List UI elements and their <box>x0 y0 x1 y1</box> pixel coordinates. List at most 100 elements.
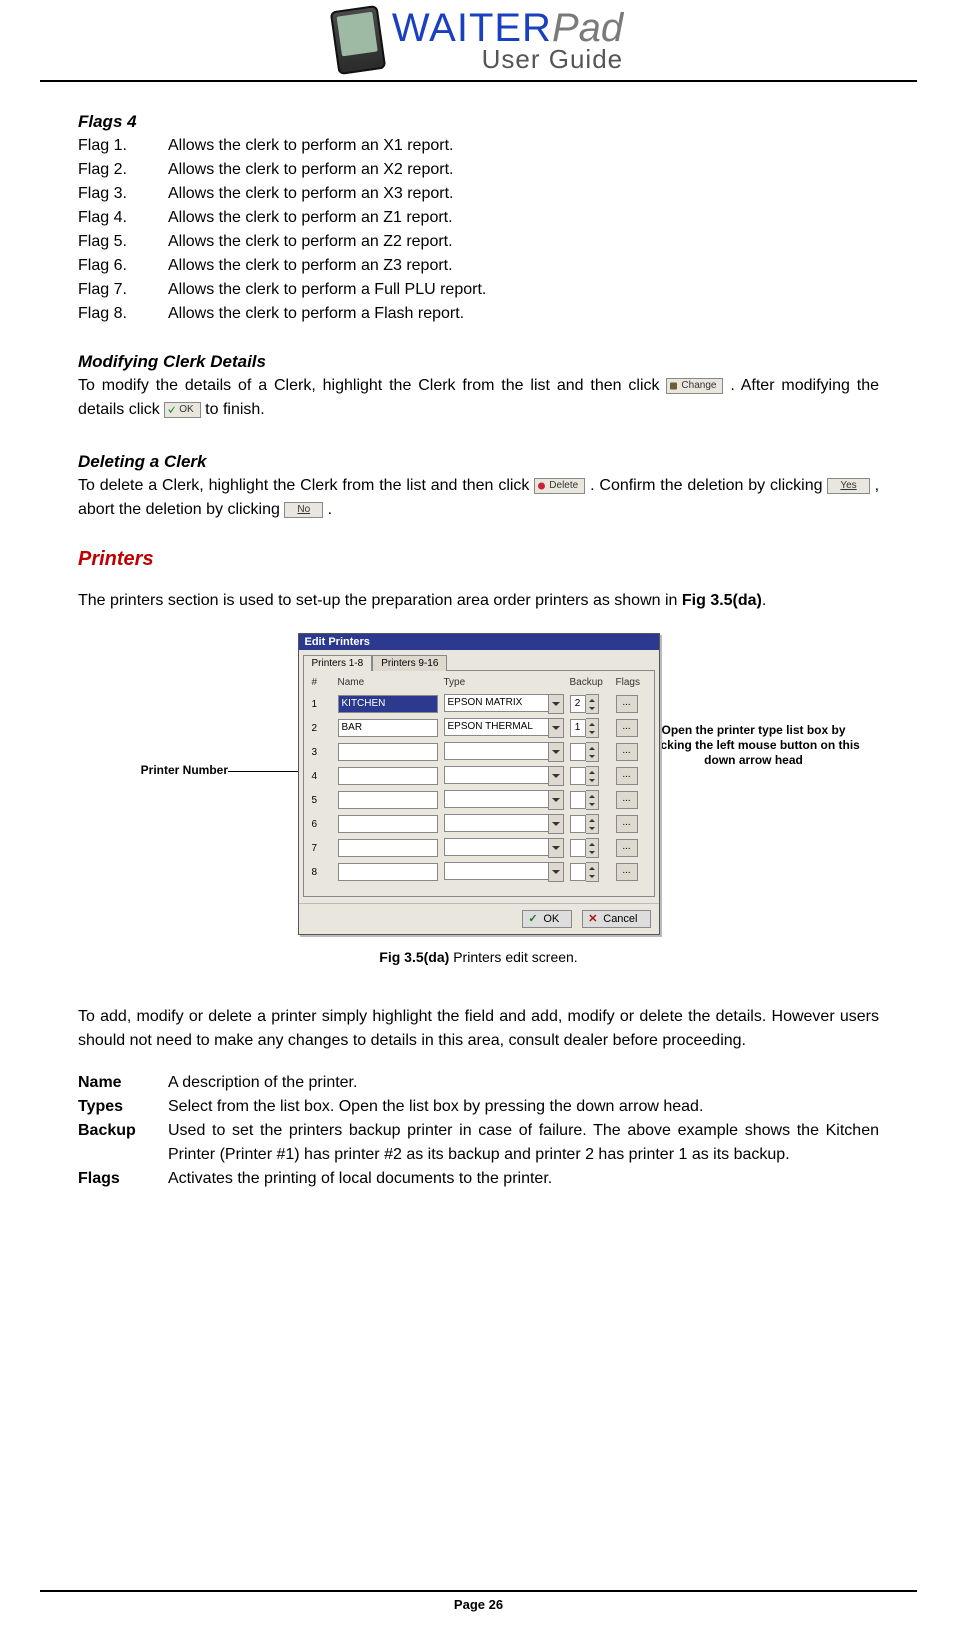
backup-stepper[interactable] <box>570 742 610 762</box>
row-number: 1 <box>312 699 332 710</box>
yes-button[interactable]: Yes <box>827 478 869 494</box>
flags-button[interactable]: ... <box>616 695 638 713</box>
flags-button[interactable]: ... <box>616 791 638 809</box>
flags-button[interactable]: ... <box>616 815 638 833</box>
stepper-arrows-icon[interactable] <box>586 814 599 834</box>
printer-name-input[interactable]: BAR <box>338 719 438 737</box>
modify-para: To modify the details of a Clerk, highli… <box>78 374 879 422</box>
printer-type-select[interactable] <box>444 742 564 762</box>
stepper-arrows-icon[interactable] <box>586 718 599 738</box>
dialog-ok-button[interactable]: OK <box>522 910 572 928</box>
ok-button[interactable]: OK <box>164 402 200 418</box>
chevron-down-icon[interactable] <box>548 814 564 834</box>
backup-stepper[interactable]: 2 <box>570 694 610 714</box>
flag-row: Flag 8.Allows the clerk to perform a Fla… <box>78 302 879 326</box>
col-flags: Flags <box>616 677 646 688</box>
flags-button[interactable]: ... <box>616 767 638 785</box>
backup-stepper[interactable] <box>570 814 610 834</box>
backup-stepper[interactable] <box>570 790 610 810</box>
backup-value <box>570 791 586 809</box>
printer-type-select[interactable] <box>444 838 564 858</box>
after-figure-para: To add, modify or delete a printer simpl… <box>78 1005 879 1053</box>
flag-row: Flag 1.Allows the clerk to perform an X1… <box>78 134 879 158</box>
flags-button[interactable]: ... <box>616 839 638 857</box>
printer-name-input[interactable]: KITCHEN <box>338 695 438 713</box>
def-row: FlagsActivates the printing of local doc… <box>78 1167 879 1191</box>
stepper-arrows-icon[interactable] <box>586 790 599 810</box>
tab-printers-1-8[interactable]: Printers 1-8 <box>303 655 373 671</box>
backup-stepper[interactable] <box>570 862 610 882</box>
row-number: 2 <box>312 723 332 734</box>
stepper-arrows-icon[interactable] <box>586 838 599 858</box>
def-desc: Select from the list box. Open the list … <box>168 1095 879 1119</box>
no-button[interactable]: No <box>284 502 323 518</box>
flag-row: Flag 6.Allows the clerk to perform an Z3… <box>78 254 879 278</box>
printer-type-select[interactable] <box>444 814 564 834</box>
row-number: 7 <box>312 843 332 854</box>
text: . <box>762 592 766 609</box>
printer-name-input[interactable] <box>338 839 438 857</box>
stepper-arrows-icon[interactable] <box>586 742 599 762</box>
flags-button[interactable]: ... <box>616 863 638 881</box>
printer-name-input[interactable] <box>338 767 438 785</box>
chevron-down-icon[interactable] <box>548 838 564 858</box>
row-number: 6 <box>312 819 332 830</box>
figure-caption: Fig 3.5(da) Printers edit screen. <box>78 949 879 965</box>
stepper-arrows-icon[interactable] <box>586 862 599 882</box>
col-name: Name <box>338 677 438 688</box>
chevron-down-icon[interactable] <box>548 862 564 882</box>
content: Flags 4 Flag 1.Allows the clerk to perfo… <box>40 112 917 1191</box>
chevron-down-icon[interactable] <box>548 742 564 762</box>
chevron-down-icon[interactable] <box>548 790 564 810</box>
fig-caption-ref: Fig 3.5(da) <box>379 949 449 965</box>
printer-name-input[interactable] <box>338 863 438 881</box>
fig-caption-text: Printers edit screen. <box>449 949 577 965</box>
flag-row: Flag 3.Allows the clerk to perform an X3… <box>78 182 879 206</box>
flag-desc: Allows the clerk to perform an Z1 report… <box>168 206 453 230</box>
flag-row: Flag 2.Allows the clerk to perform an X2… <box>78 158 879 182</box>
flag-desc: Allows the clerk to perform an X2 report… <box>168 158 453 182</box>
flags-button[interactable]: ... <box>616 743 638 761</box>
printer-name-input[interactable] <box>338 743 438 761</box>
text: to finish. <box>205 401 265 418</box>
def-term: Flags <box>78 1167 168 1191</box>
delete-button[interactable]: Delete <box>534 478 585 494</box>
printer-row: 6... <box>312 814 646 834</box>
printer-type-select[interactable]: EPSON THERMAL <box>444 718 564 738</box>
printer-name-input[interactable] <box>338 815 438 833</box>
backup-stepper[interactable] <box>570 838 610 858</box>
backup-value: 2 <box>570 695 586 713</box>
printer-name-input[interactable] <box>338 791 438 809</box>
chevron-down-icon[interactable] <box>548 718 564 738</box>
backup-value <box>570 743 586 761</box>
backup-value <box>570 839 586 857</box>
backup-value <box>570 863 586 881</box>
dialog-cancel-button[interactable]: Cancel <box>582 910 650 928</box>
tab-printers-9-16[interactable]: Printers 9-16 <box>372 655 447 671</box>
printer-type-select[interactable] <box>444 862 564 882</box>
printer-type-select[interactable]: EPSON MATRIX <box>444 694 564 714</box>
flag-desc: Allows the clerk to perform an X1 report… <box>168 134 453 158</box>
chevron-down-icon[interactable] <box>548 766 564 786</box>
backup-stepper[interactable]: 1 <box>570 718 610 738</box>
flag-desc: Allows the clerk to perform a Full PLU r… <box>168 278 486 302</box>
printer-type-value <box>444 766 548 784</box>
printer-type-select[interactable] <box>444 790 564 810</box>
def-row: BackupUsed to set the printers backup pr… <box>78 1119 879 1167</box>
col-backup: Backup <box>570 677 610 688</box>
chevron-down-icon[interactable] <box>548 694 564 714</box>
printer-row: 7... <box>312 838 646 858</box>
printer-row: 3... <box>312 742 646 762</box>
col-hash: # <box>312 677 332 688</box>
flags-button[interactable]: ... <box>616 719 638 737</box>
row-number: 4 <box>312 771 332 782</box>
stepper-arrows-icon[interactable] <box>586 766 599 786</box>
change-button[interactable]: Change <box>666 378 723 394</box>
backup-value <box>570 815 586 833</box>
stepper-arrows-icon[interactable] <box>586 694 599 714</box>
printers-intro: The printers section is used to set-up t… <box>78 589 879 613</box>
backup-stepper[interactable] <box>570 766 610 786</box>
printer-row: 5... <box>312 790 646 810</box>
text: To delete a Clerk, highlight the Clerk f… <box>78 477 534 494</box>
printer-type-select[interactable] <box>444 766 564 786</box>
